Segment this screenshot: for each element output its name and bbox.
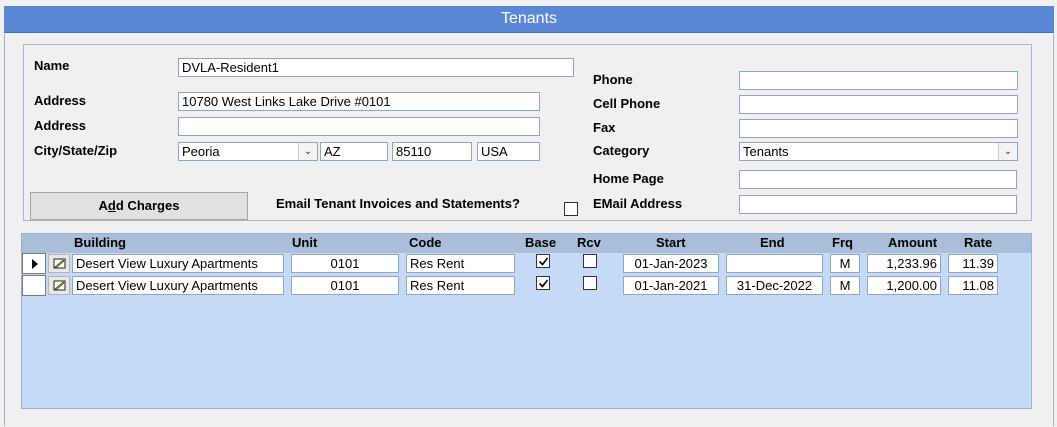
frq-cell[interactable]: M (830, 254, 860, 273)
cell-phone-field[interactable] (739, 95, 1018, 114)
col-code[interactable]: Code (409, 235, 442, 250)
city-dropdown[interactable]: Peoria ⌄ (178, 142, 318, 161)
category-dropdown[interactable]: Tenants ⌄ (739, 142, 1018, 161)
add-charges-label-a: A (98, 198, 108, 213)
category-value: Tenants (743, 144, 789, 159)
category-label: Category (593, 143, 650, 158)
email-invoices-label: Email Tenant Invoices and Statements? (276, 196, 520, 211)
end-cell[interactable] (726, 254, 823, 273)
add-charges-mnemonic: d (107, 198, 116, 213)
unit-cell[interactable]: 0101 (291, 276, 399, 295)
city-state-zip-label: City/State/Zip (34, 143, 118, 158)
address-label: Address (34, 93, 87, 108)
code-cell[interactable]: Res Rent (406, 276, 515, 295)
address2-label: Address (34, 118, 87, 133)
name-field[interactable]: DVLA-Resident1 (178, 58, 574, 77)
current-row-arrow-icon (32, 259, 38, 269)
base-checkbox[interactable] (536, 254, 550, 268)
col-rate[interactable]: Rate (964, 235, 992, 250)
col-frq[interactable]: Frq (832, 235, 853, 250)
home-page-field[interactable] (739, 170, 1017, 189)
fax-field[interactable] (739, 119, 1018, 138)
rcv-checkbox[interactable] (583, 254, 597, 268)
edit-icon[interactable] (48, 254, 70, 273)
home-page-label: Home Page (593, 171, 664, 186)
city-value: Peoria (182, 144, 220, 159)
rate-cell[interactable]: 11.39 (948, 254, 998, 273)
building-cell[interactable]: Desert View Luxury Apartments (72, 254, 284, 273)
unit-cell[interactable]: 0101 (291, 254, 399, 273)
add-charges-button[interactable]: Add Charges (30, 192, 248, 220)
building-cell[interactable]: Desert View Luxury Apartments (72, 276, 284, 295)
code-cell[interactable]: Res Rent (406, 254, 515, 273)
row-selector[interactable] (22, 275, 46, 296)
zip-field[interactable]: 85110 (392, 142, 472, 161)
phone-field[interactable] (739, 71, 1018, 90)
email-invoices-checkbox[interactable] (564, 202, 578, 216)
edit-icon[interactable] (48, 276, 70, 295)
amount-cell[interactable]: 1,233.96 (867, 254, 941, 273)
end-cell[interactable]: 31-Dec-2022 (726, 276, 823, 295)
window-title: Tenants (4, 6, 1054, 33)
col-end[interactable]: End (760, 235, 785, 250)
address-line1-field[interactable]: 10780 West Links Lake Drive #0101 (178, 92, 540, 111)
rate-cell[interactable]: 11.08 (948, 276, 998, 295)
row-selector[interactable] (22, 253, 46, 274)
chevron-down-icon[interactable]: ⌄ (298, 143, 317, 160)
email-address-field[interactable] (739, 195, 1017, 214)
country-field[interactable]: USA (477, 142, 540, 161)
frq-cell[interactable]: M (830, 276, 860, 295)
cell-phone-label: Cell Phone (593, 96, 661, 111)
email-address-label: EMail Address (593, 196, 683, 211)
col-start[interactable]: Start (656, 235, 686, 250)
fax-label: Fax (593, 120, 616, 135)
col-rcv[interactable]: Rcv (577, 235, 601, 250)
col-building[interactable]: Building (74, 235, 126, 250)
add-charges-label-rest: d Charges (115, 198, 180, 213)
start-cell[interactable]: 01-Jan-2023 (623, 254, 719, 273)
start-cell[interactable]: 01-Jan-2021 (623, 276, 719, 295)
rcv-checkbox[interactable] (583, 276, 597, 290)
chevron-down-icon[interactable]: ⌄ (998, 143, 1017, 160)
grid-header: Building Unit Code Base Rcv Start End Fr… (22, 234, 1031, 253)
col-amount[interactable]: Amount (888, 235, 937, 250)
state-field[interactable]: AZ (320, 142, 388, 161)
name-label: Name (34, 58, 70, 73)
base-checkbox[interactable] (536, 276, 550, 290)
address-line2-field[interactable] (178, 117, 540, 136)
col-base[interactable]: Base (525, 235, 556, 250)
col-unit[interactable]: Unit (292, 235, 317, 250)
amount-cell[interactable]: 1,200.00 (867, 276, 941, 295)
phone-label: Phone (593, 72, 633, 87)
